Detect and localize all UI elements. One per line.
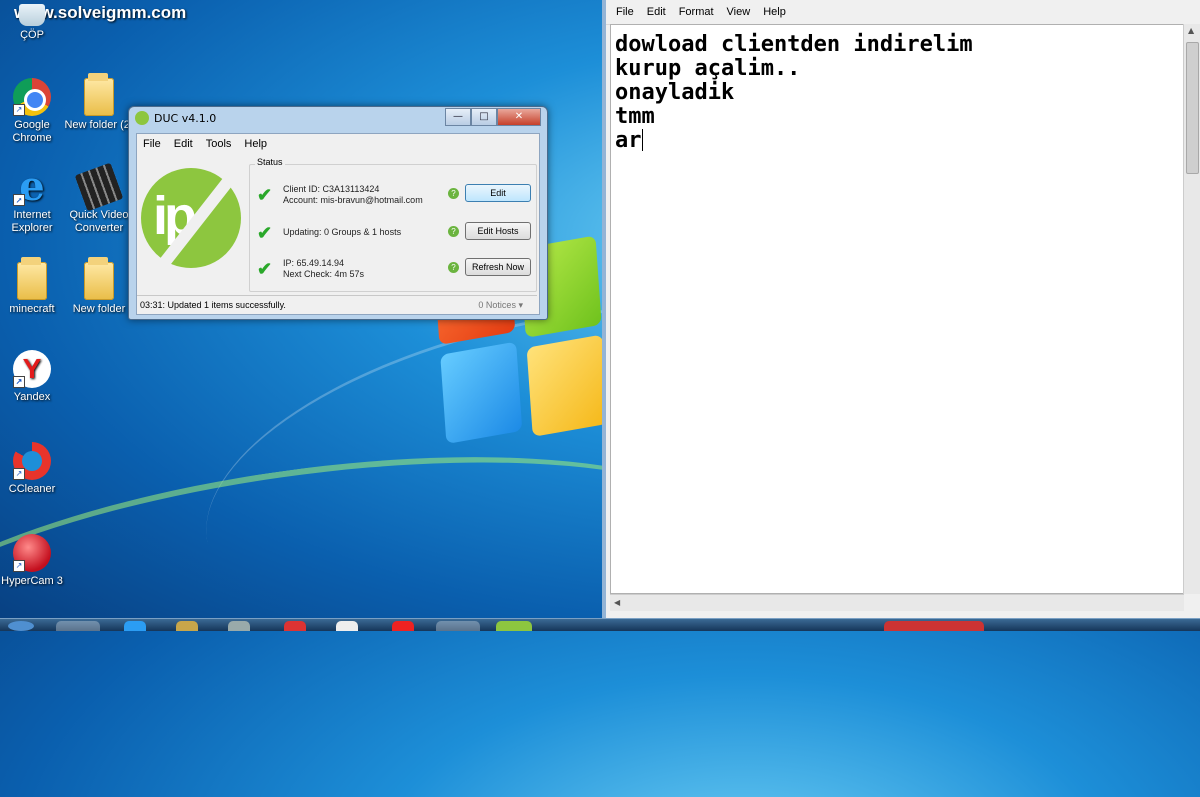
desktop-icon-label: HyperCam 3 [1,575,63,587]
status-row-account: ✔ Client ID: C3A13113424 Account: mis-br… [255,180,535,210]
help-icon[interactable]: ? [448,226,459,237]
film-icon [74,162,124,212]
account: Account: mis-bravun@hotmail.com [283,195,423,205]
taskbar [0,618,1200,631]
menu-help[interactable]: Help [244,138,267,150]
edit-hosts-button[interactable]: Edit Hosts [465,222,531,240]
desktop-icon-quick-video-converter[interactable]: Quick Video Converter [62,162,136,235]
scroll-up-icon[interactable]: ▲ [1188,26,1194,35]
desktop-icon-label: Yandex [13,391,51,403]
text-line: dowload clientden indirelim [615,32,973,57]
duc-menubar: File Edit Tools Help [137,134,539,154]
text-line: tmm [615,104,655,129]
maximize-button[interactable]: □ [471,108,497,126]
scroll-left-icon[interactable]: ◀ [614,598,620,607]
help-icon[interactable]: ? [448,262,459,273]
desktop-icon-recycle-bin[interactable]: ÇÖP [0,4,69,42]
text-line: onayladik [615,80,735,105]
ccleaner-icon: ↗ [13,442,51,480]
desktop-icon-label: Quick Video Converter [69,209,129,234]
desktop-icon-internet-explorer[interactable]: e ↗ Internet Explorer [0,167,69,235]
hypercam-icon: ↗ [13,534,51,572]
duc-logo: ip [141,168,241,278]
duc-title: DUC v4.1.0 [154,111,217,125]
text-caret [641,129,643,151]
notepad-window: File Edit Format View Help dowload clien… [602,0,1200,618]
recycle-bin-icon [19,4,45,26]
desktop-icon-ccleaner[interactable]: ↗ CCleaner [0,442,69,496]
desktop-icon-label: Google Chrome [12,119,52,144]
desktop-icon-label: minecraft [9,303,55,315]
desktop-icon-label: CCleaner [8,483,56,495]
close-button[interactable]: ✕ [497,108,541,126]
help-icon[interactable]: ? [448,188,459,199]
menu-file[interactable]: File [616,6,634,18]
desktop-icon-hypercam[interactable]: ↗ HyperCam 3 [0,534,69,588]
folder-icon [84,73,114,116]
desktop-icon-chrome[interactable]: ↗ Google Chrome [0,78,69,145]
menu-edit[interactable]: Edit [647,6,666,18]
next-check: Next Check: 4m 57s [283,269,365,279]
notepad-menubar: File Edit Format View Help [606,0,1200,25]
desktop-icon-label: Internet Explorer [11,209,53,234]
desktop-icon-label: ÇÖP [20,29,44,41]
folder-icon [17,257,47,300]
updating-status: Updating: 0 Groups & 1 hosts [283,227,402,237]
menu-format[interactable]: Format [679,6,714,18]
ip-address: IP: 65.49.14.94 [283,258,345,268]
duc-app-icon [135,111,149,125]
minimize-button[interactable]: — [445,108,471,126]
duc-window: DUC v4.1.0 — □ ✕ File Edit Tools Help ip… [128,106,548,320]
folder-icon [84,257,114,300]
menu-edit[interactable]: Edit [174,138,193,150]
chrome-icon: ↗ [13,78,51,116]
menu-view[interactable]: View [727,6,751,18]
refresh-now-button[interactable]: Refresh Now [465,258,531,276]
status-row-updating: ✔ Updating: 0 Groups & 1 hosts ? Edit Ho… [255,218,535,248]
chevron-down-icon: ▾ [518,300,523,310]
notices-count: 0 Notices [478,300,516,310]
check-icon: ✔ [257,185,273,205]
status-row-ip: ✔ IP: 65.49.14.94 Next Check: 4m 57s ? R… [255,254,535,284]
status-message: 03:31: Updated 1 items successfully. [140,300,286,310]
internet-explorer-icon: e ↗ [13,167,51,207]
text-line: ar [615,128,642,153]
horizontal-scrollbar[interactable]: ◀ [610,594,1184,611]
desktop-icon-new-folder-2[interactable]: New folder (2) [62,73,136,132]
check-icon: ✔ [257,259,273,279]
menu-file[interactable]: File [143,138,161,150]
text-editor[interactable]: dowload clientden indirelim kurup açalim… [610,24,1184,594]
scroll-thumb[interactable] [1186,42,1199,174]
desktop-icon-minecraft[interactable]: minecraft [0,257,69,316]
text-line: kurup açalim.. [615,56,801,81]
desktop-icon-yandex[interactable]: Y ↗ Yandex [0,350,69,404]
notices-dropdown[interactable]: 0 Notices ▾ [478,296,523,314]
yandex-icon: Y ↗ [13,350,51,388]
duc-statusbar: 03:31: Updated 1 items successfully. 0 N… [137,295,537,314]
vertical-scrollbar[interactable]: ▲ [1183,24,1200,594]
status-label: Status [255,157,285,167]
menu-tools[interactable]: Tools [206,138,232,150]
edit-button[interactable]: Edit [465,184,531,202]
desktop-icon-label: New folder [72,303,126,315]
menu-help[interactable]: Help [763,6,786,18]
client-id: Client ID: C3A13113424 [283,184,380,194]
desktop-icon-label: New folder (2) [64,119,134,131]
check-icon: ✔ [257,223,273,243]
desktop-icon-new-folder[interactable]: New folder [62,257,136,316]
